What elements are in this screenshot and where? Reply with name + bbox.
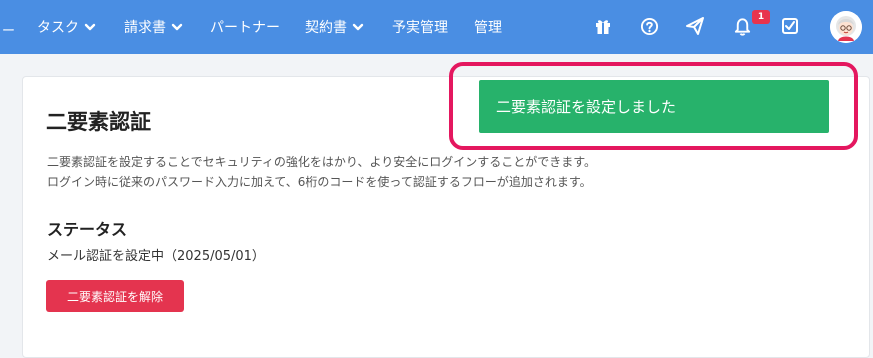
nav-item-contracts-label: 契約書 bbox=[305, 20, 347, 36]
checkbox-icon[interactable] bbox=[779, 15, 801, 37]
top-navbar: ー タスク 請求書 パートナー 契約書 予実管理 管理 1 bbox=[0, 0, 873, 54]
nav-item-budget[interactable]: 予実管理 bbox=[392, 17, 448, 37]
description-line-1: 二要素認証を設定することでセキュリティの強化をはかり、より安全にログインすること… bbox=[47, 155, 597, 169]
gift-icon[interactable] bbox=[592, 15, 614, 37]
status-text: メール認証を設定中（2025/05/01） bbox=[47, 249, 265, 264]
status-heading: ステータス bbox=[47, 220, 128, 239]
nav-item-admin[interactable]: 管理 bbox=[474, 17, 502, 37]
nav-item-invoices-label: 請求書 bbox=[124, 20, 166, 36]
nav-item-tasks-label: タスク bbox=[37, 20, 79, 36]
nav-item-admin-label: 管理 bbox=[474, 20, 502, 36]
page-title: 二要素認証 bbox=[46, 110, 151, 134]
nav-truncated-item[interactable]: ー bbox=[2, 20, 15, 39]
nav-item-contracts[interactable]: 契約書 bbox=[305, 17, 364, 37]
description-line-2: ログイン時に従来のパスワード入力に加えて、6桁のコードを使って認証するフローが追… bbox=[47, 175, 592, 189]
nav-item-partners-label: パートナー bbox=[210, 20, 280, 36]
bell-icon[interactable] bbox=[731, 15, 753, 37]
help-icon[interactable] bbox=[638, 15, 660, 37]
chevron-down-icon bbox=[352, 23, 364, 31]
chevron-down-icon bbox=[84, 23, 96, 31]
send-icon[interactable] bbox=[684, 15, 706, 37]
notification-badge: 1 bbox=[752, 10, 770, 24]
avatar-illustration-icon bbox=[830, 11, 862, 43]
success-toast: 二要素認証を設定しました bbox=[479, 80, 829, 133]
nav-item-tasks[interactable]: タスク bbox=[37, 17, 96, 37]
nav-item-budget-label: 予実管理 bbox=[392, 20, 448, 36]
nav-item-partners[interactable]: パートナー bbox=[210, 17, 280, 37]
user-avatar[interactable] bbox=[830, 11, 862, 43]
toast-message: 二要素認証を設定しました bbox=[496, 98, 677, 116]
nav-item-invoices[interactable]: 請求書 bbox=[124, 17, 183, 37]
disable-2fa-button[interactable]: 二要素認証を解除 bbox=[46, 280, 184, 312]
chevron-down-icon bbox=[171, 23, 183, 31]
